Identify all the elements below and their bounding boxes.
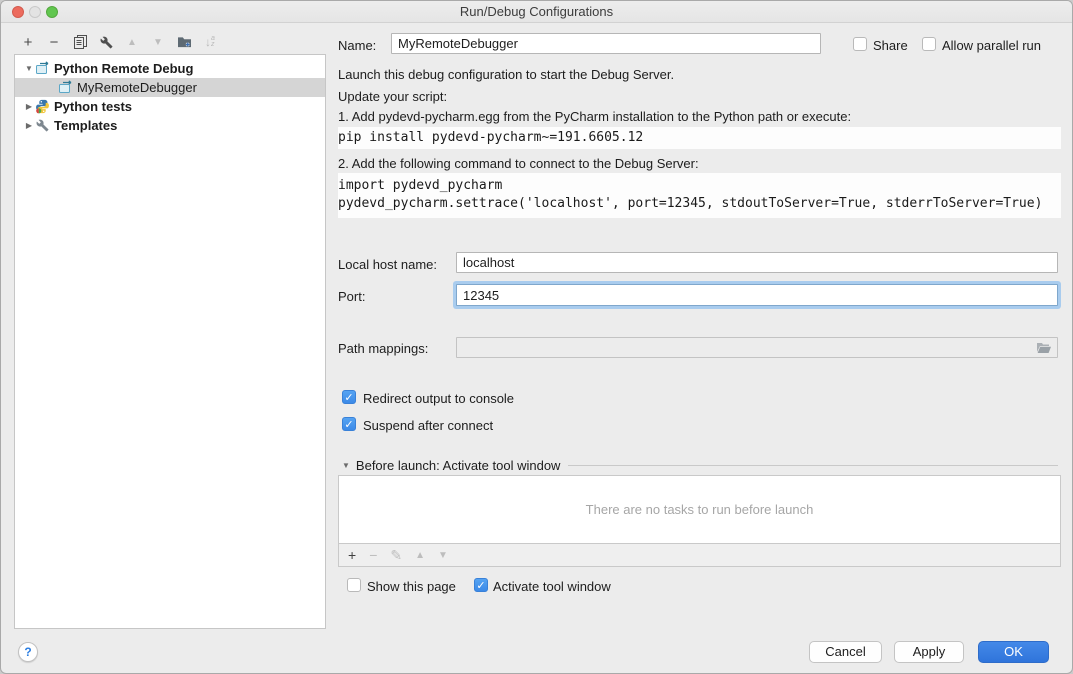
before-launch-task-list: There are no tasks to run before launch bbox=[338, 475, 1061, 544]
up-arrow-icon: ▲ bbox=[127, 37, 137, 48]
window-title: Run/Debug Configurations bbox=[1, 1, 1072, 22]
add-task-button[interactable]: + bbox=[348, 547, 356, 563]
tree-item-label: Python tests bbox=[54, 99, 132, 114]
add-configuration-button[interactable]: + bbox=[17, 30, 39, 54]
show-this-page-label[interactable]: Show this page bbox=[367, 579, 456, 594]
collapsed-arrow-icon[interactable]: ▶ bbox=[23, 121, 35, 130]
redirect-output-checkbox[interactable]: ✓ bbox=[342, 390, 356, 404]
section-separator bbox=[568, 465, 1058, 466]
new-folder-icon bbox=[177, 36, 192, 49]
allow-parallel-run-label[interactable]: Allow parallel run bbox=[942, 38, 1041, 53]
remote-debug-icon bbox=[35, 61, 50, 76]
description-line-1: Launch this debug configuration to start… bbox=[338, 67, 674, 82]
minus-icon: − bbox=[50, 34, 59, 51]
close-window-button[interactable] bbox=[12, 6, 24, 18]
collapsed-arrow-icon[interactable]: ▶ bbox=[23, 102, 35, 111]
settrace-code-line-2: pydevd_pycharm.settrace('localhost', por… bbox=[338, 195, 1061, 213]
minus-icon: − bbox=[369, 547, 377, 563]
move-down-button[interactable]: ▼ bbox=[147, 30, 169, 54]
step-1-text: 1. Add pydevd-pycharm.egg from the PyCha… bbox=[338, 109, 851, 124]
activate-tool-window-label[interactable]: Activate tool window bbox=[493, 579, 611, 594]
python-tests-icon bbox=[35, 99, 50, 114]
ok-button[interactable]: OK bbox=[978, 641, 1049, 663]
move-up-button[interactable]: ▲ bbox=[121, 30, 143, 54]
tree-item-label: Templates bbox=[54, 118, 117, 133]
create-folder-button[interactable] bbox=[173, 30, 195, 54]
remove-task-button[interactable]: − bbox=[369, 547, 377, 563]
activate-tool-window-checkbox[interactable]: ✓ bbox=[474, 578, 488, 592]
minimize-window-button[interactable] bbox=[29, 6, 41, 18]
down-arrow-icon: ▼ bbox=[438, 550, 448, 561]
tree-item-myremotedebugger[interactable]: MyRemoteDebugger bbox=[15, 78, 325, 97]
local-host-name-input[interactable] bbox=[456, 252, 1058, 273]
browse-folder-icon[interactable] bbox=[1036, 342, 1052, 354]
local-host-name-label: Local host name: bbox=[338, 257, 437, 272]
step-2-text: 2. Add the following command to connect … bbox=[338, 156, 699, 171]
port-label: Port: bbox=[338, 289, 365, 304]
zoom-window-button[interactable] bbox=[46, 6, 58, 18]
configurations-toolbar: + − ▲ ▼ ↓ az bbox=[17, 30, 221, 54]
tree-item-label: MyRemoteDebugger bbox=[77, 80, 197, 95]
tree-item-templates[interactable]: ▶ Templates bbox=[15, 116, 325, 135]
share-checkbox[interactable] bbox=[853, 37, 867, 51]
settrace-code-line-1: import pydevd_pycharm bbox=[338, 177, 1061, 195]
tree-item-label: Python Remote Debug bbox=[54, 61, 193, 76]
run-debug-configurations-dialog: Run/Debug Configurations + − ▲ ▼ ↓ az ▼ bbox=[0, 0, 1073, 674]
move-task-down-button[interactable]: ▼ bbox=[438, 550, 448, 561]
templates-wrench-icon bbox=[35, 118, 50, 133]
name-label: Name: bbox=[338, 38, 376, 53]
share-label[interactable]: Share bbox=[873, 38, 908, 53]
apply-button[interactable]: Apply bbox=[894, 641, 964, 663]
move-task-up-button[interactable]: ▲ bbox=[415, 550, 425, 561]
description-line-2: Update your script: bbox=[338, 89, 447, 104]
edit-templates-button[interactable] bbox=[95, 30, 117, 54]
sort-configurations-button[interactable]: ↓ az bbox=[199, 30, 221, 54]
path-mappings-label: Path mappings: bbox=[338, 341, 428, 356]
title-bar: Run/Debug Configurations bbox=[1, 1, 1072, 23]
pip-install-code: pip install pydevd-pycharm~=191.6605.12 bbox=[338, 127, 1061, 149]
path-mappings-field[interactable] bbox=[456, 337, 1058, 358]
remote-debug-icon bbox=[58, 80, 73, 95]
help-icon: ? bbox=[24, 645, 31, 659]
help-button[interactable]: ? bbox=[18, 642, 38, 662]
pencil-icon: ✎ bbox=[390, 547, 402, 563]
suspend-after-connect-checkbox[interactable]: ✓ bbox=[342, 417, 356, 431]
copy-icon bbox=[74, 35, 87, 49]
allow-parallel-run-checkbox[interactable] bbox=[922, 37, 936, 51]
expanded-arrow-icon[interactable]: ▼ bbox=[23, 64, 35, 73]
copy-configuration-button[interactable] bbox=[69, 30, 91, 54]
before-launch-toolbar: + − ✎ ▲ ▼ bbox=[338, 544, 1061, 567]
edit-task-button[interactable]: ✎ bbox=[390, 547, 402, 564]
down-arrow-icon: ▼ bbox=[153, 37, 163, 48]
show-this-page-checkbox[interactable] bbox=[347, 578, 361, 592]
tree-item-python-tests[interactable]: ▶ Python tests bbox=[15, 97, 325, 116]
redirect-output-label[interactable]: Redirect output to console bbox=[363, 391, 514, 406]
remove-configuration-button[interactable]: − bbox=[43, 30, 65, 54]
cancel-button[interactable]: Cancel bbox=[809, 641, 882, 663]
wrench-icon bbox=[100, 36, 113, 49]
plus-icon: + bbox=[24, 34, 33, 51]
suspend-after-connect-label[interactable]: Suspend after connect bbox=[363, 418, 493, 433]
settrace-code: import pydevd_pycharm pydevd_pycharm.set… bbox=[338, 173, 1061, 218]
before-launch-title: Before launch: Activate tool window bbox=[356, 458, 561, 473]
tree-item-python-remote-debug[interactable]: ▼ Python Remote Debug bbox=[15, 59, 325, 78]
empty-task-list-text: There are no tasks to run before launch bbox=[586, 502, 814, 517]
sort-alphabetically-icon: ↓ az bbox=[205, 35, 215, 49]
collapse-section-icon[interactable]: ▼ bbox=[342, 461, 350, 470]
before-launch-header[interactable]: ▼ Before launch: Activate tool window bbox=[342, 458, 1058, 473]
name-input[interactable] bbox=[391, 33, 821, 54]
plus-icon: + bbox=[348, 547, 356, 563]
configurations-tree: ▼ Python Remote Debug MyRemoteDebugger ▶… bbox=[14, 54, 326, 629]
port-input[interactable] bbox=[456, 284, 1058, 306]
up-arrow-icon: ▲ bbox=[415, 550, 425, 561]
